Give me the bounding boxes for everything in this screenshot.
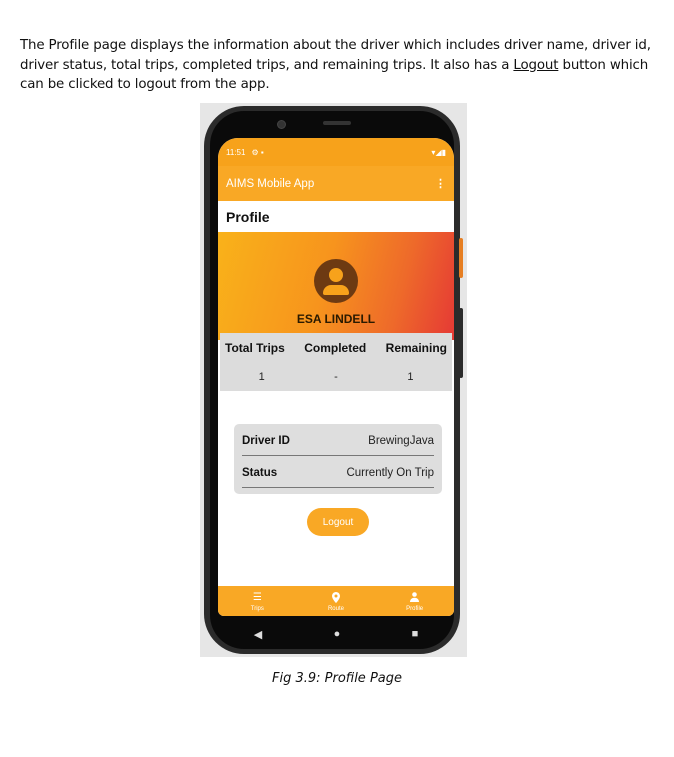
overflow-menu-icon[interactable]: ⋮ [435, 177, 446, 190]
status-time: 11:51 [226, 147, 246, 157]
page-title: Profile [218, 201, 454, 232]
settings-status-icon: ⚙ ▪ [251, 147, 264, 157]
driver-details-card: Driver ID BrewingJava Status Currently O… [234, 424, 442, 494]
list-icon: ☰ [252, 592, 262, 603]
back-icon[interactable]: ◀ [254, 628, 262, 641]
camera-icon [277, 120, 286, 129]
stat-value-remaining: 1 [407, 370, 414, 383]
nav-item-route[interactable]: Route [306, 592, 366, 612]
logout-button[interactable]: Logout [307, 508, 369, 536]
nav-item-profile[interactable]: Profile [385, 592, 445, 612]
driver-name: ESA LINDELL [296, 312, 376, 326]
trip-stats: Total Trips Completed Remaining 1 - 1 [220, 333, 452, 391]
phone-screen: 11:51 ⚙ ▪ ▾◢▮ AIMS Mobile App ⋮ Profile … [218, 138, 454, 616]
location-pin-icon [331, 592, 340, 604]
status-row: Status Currently On Trip [242, 459, 434, 488]
nav-label-trips: Trips [250, 606, 264, 612]
home-icon[interactable]: ● [334, 628, 341, 640]
signal-battery-icon: ▾◢▮ [431, 147, 446, 157]
person-icon [410, 592, 420, 604]
intro-paragraph: The Profile page displays the informatio… [20, 36, 652, 95]
stat-header-remaining: Remaining [385, 340, 447, 355]
bottom-navigation: ☰ Trips Route Profile [218, 586, 454, 616]
figure-caption: Fig 3.9: Profile Page [272, 671, 402, 686]
power-button [459, 238, 463, 278]
phone-screenshot: 11:51 ⚙ ▪ ▾◢▮ AIMS Mobile App ⋮ Profile … [200, 103, 467, 657]
stat-value-total: 1 [258, 370, 265, 383]
stat-value-completed: - [334, 370, 338, 383]
nav-label-profile: Profile [406, 606, 424, 612]
stat-header-total: Total Trips [225, 340, 285, 355]
status-bar: 11:51 ⚙ ▪ ▾◢▮ [218, 138, 454, 166]
app-title: AIMS Mobile App [226, 177, 315, 190]
status-value: Currently On Trip [346, 467, 434, 479]
nav-label-route: Route [327, 606, 344, 612]
avatar-icon [314, 259, 358, 303]
status-label: Status [242, 467, 278, 479]
app-bar: AIMS Mobile App ⋮ [218, 166, 454, 201]
logout-link-text: Logout [513, 57, 559, 73]
driver-id-label: Driver ID [242, 435, 290, 447]
phone-body: 11:51 ⚙ ▪ ▾◢▮ AIMS Mobile App ⋮ Profile … [204, 106, 460, 654]
driver-id-value: BrewingJava [368, 435, 434, 447]
speaker-grille [323, 121, 351, 125]
nav-item-trips[interactable]: ☰ Trips [227, 592, 287, 612]
volume-button [459, 308, 463, 378]
driver-id-row: Driver ID BrewingJava [242, 427, 434, 456]
profile-header: ESA LINDELL [218, 232, 454, 340]
stat-header-completed: Completed [304, 340, 367, 355]
system-navigation: ◀ ● ■ [218, 620, 454, 648]
recents-icon[interactable]: ■ [412, 628, 419, 640]
